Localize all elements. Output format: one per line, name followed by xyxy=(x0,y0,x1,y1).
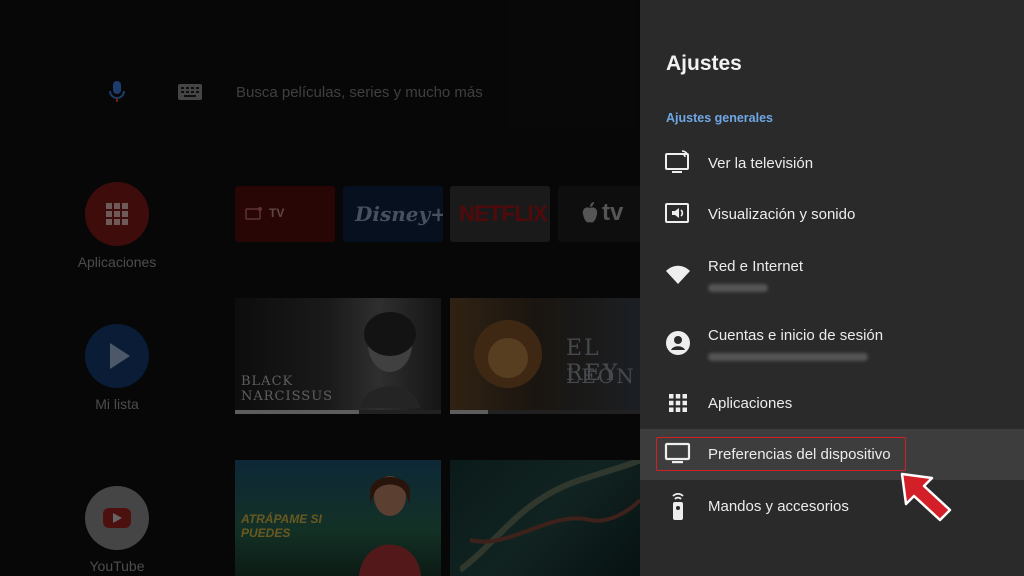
portrait-artwork xyxy=(360,312,420,408)
play-icon xyxy=(110,343,130,369)
content-card[interactable]: ATRÁPAME SI PUEDES xyxy=(235,460,441,576)
search-input[interactable]: Busca películas, series y mucho más xyxy=(236,84,483,101)
my-list-label: Mi lista xyxy=(95,396,139,412)
presenter-artwork xyxy=(359,476,421,576)
movie-card[interactable]: BLACK NARCISSUS xyxy=(235,298,441,414)
tv-logo-icon xyxy=(245,207,262,220)
my-list-button[interactable] xyxy=(85,324,149,388)
movie-title: BLACK xyxy=(241,374,294,389)
display-sound-icon xyxy=(665,203,689,223)
youtube-button[interactable] xyxy=(85,486,149,550)
menu-label: Ver la televisión xyxy=(708,155,814,172)
live-tv-icon xyxy=(665,150,689,173)
menu-label: Visualización y sonido xyxy=(708,206,856,223)
menu-item-network[interactable]: Red e Internet xyxy=(640,244,1024,302)
menu-item-accounts[interactable]: Cuentas e inicio de sesión xyxy=(640,313,1024,371)
menu-label: Mandos y accesorios xyxy=(708,498,849,515)
app-tile-label: TV xyxy=(269,206,285,220)
show-title: ATRÁPAME SI PUEDES xyxy=(241,512,322,540)
wifi-icon xyxy=(666,265,690,284)
account-icon xyxy=(666,331,690,355)
menu-label: Cuentas e inicio de sesión xyxy=(708,327,884,344)
settings-panel: Ajustes Ajustes generales Ver la televis… xyxy=(640,0,1024,576)
apps-grid-icon xyxy=(669,394,687,412)
youtube-icon xyxy=(103,508,131,528)
network-name-blurred xyxy=(708,284,768,292)
apps-button[interactable] xyxy=(85,182,149,246)
app-tile-label: Disney+ xyxy=(355,202,443,226)
menu-item-apps[interactable]: Aplicaciones xyxy=(640,380,1024,426)
menu-item-remotes-accessories[interactable]: Mandos y accesorios xyxy=(640,482,1024,530)
app-tile-label: tv xyxy=(602,199,624,226)
app-tile-label: NETFLIX xyxy=(459,201,548,226)
remote-icon xyxy=(672,493,684,520)
app-tile-disney[interactable]: Disney+ xyxy=(343,186,443,242)
account-email-blurred xyxy=(708,353,868,361)
section-header: Ajustes generales xyxy=(666,111,773,125)
youtube-label: YouTube xyxy=(89,558,145,574)
panel-title: Ajustes xyxy=(666,52,742,75)
apps-label: Aplicaciones xyxy=(77,254,157,270)
menu-label: Aplicaciones xyxy=(708,395,793,412)
menu-item-display-sound[interactable]: Visualización y sonido xyxy=(640,191,1024,237)
menu-item-watch-tv[interactable]: Ver la televisión xyxy=(640,140,1024,186)
content-card[interactable] xyxy=(450,460,640,576)
movie-title: LEÓN xyxy=(566,364,636,388)
pointer-arrow-icon xyxy=(900,472,952,522)
microphone-icon[interactable] xyxy=(106,80,128,104)
progress-bar xyxy=(235,410,359,414)
apple-logo-icon xyxy=(582,202,598,223)
app-tile-apple-tv[interactable]: tv xyxy=(558,186,640,242)
progress-bar xyxy=(450,410,488,414)
movie-card[interactable]: EL REY LEÓN xyxy=(450,298,640,414)
dna-artwork xyxy=(460,460,640,573)
lion-artwork xyxy=(474,320,542,388)
movie-title: NARCISSUS xyxy=(241,389,334,404)
keyboard-icon[interactable] xyxy=(178,84,202,100)
home-screen: Busca películas, series y mucho más Apli… xyxy=(0,0,640,576)
menu-label: Red e Internet xyxy=(708,258,804,275)
app-tile-netflix[interactable]: NETFLIX xyxy=(450,186,550,242)
app-tile-tv[interactable]: TV xyxy=(235,186,335,242)
apps-grid-icon xyxy=(106,203,128,225)
highlight-box xyxy=(656,437,906,471)
